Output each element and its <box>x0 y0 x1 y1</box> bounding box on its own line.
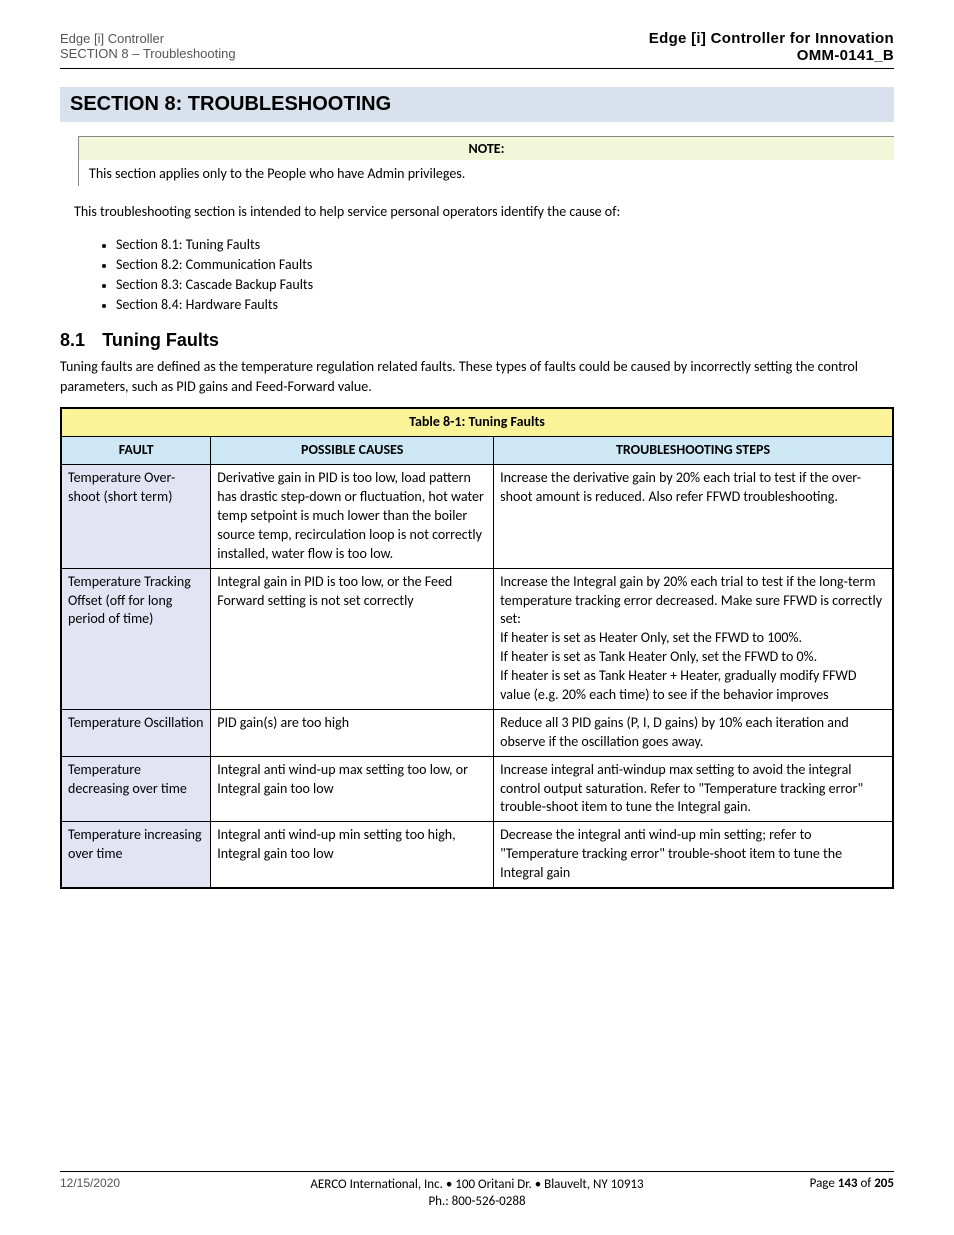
table-header-row: FAULT POSSIBLE CAUSES TROUBLESHOOTING ST… <box>61 437 893 465</box>
cell-steps: Increase integral anti-windup max settin… <box>494 756 893 822</box>
table-row: Temperature Over-shoot (short term) Deri… <box>61 465 893 568</box>
footer-center: AERCO International, Inc. • 100 Oritani … <box>310 1176 643 1211</box>
cell-causes: Integral gain in PID is too low, or the … <box>211 568 494 709</box>
table-row: Temperature decreasing over time Integra… <box>61 756 893 822</box>
footer-page-number: Page 143 of 205 <box>644 1176 894 1191</box>
cell-causes: Integral anti wind-up max setting too lo… <box>211 756 494 822</box>
table-title: Table 8-1: Tuning Faults <box>61 408 893 436</box>
cell-fault: Temperature Oscillation <box>61 709 211 756</box>
note-title: NOTE: <box>79 137 894 160</box>
footer-page-total: 205 <box>874 1176 894 1191</box>
col-header-fault: FAULT <box>61 437 211 465</box>
header-right-line2: OMM-0141_B <box>649 47 894 64</box>
tuning-faults-table: Table 8-1: Tuning Faults FAULT POSSIBLE … <box>60 407 894 889</box>
section-heading: 8.1 Tuning Faults <box>60 330 894 351</box>
footer-page-current: 143 <box>838 1176 858 1191</box>
intro-bullet: Section 8.3: Cascade Backup Faults <box>116 275 894 295</box>
intro-bullet: Section 8.2: Communication Faults <box>116 255 894 275</box>
cell-fault: Temperature Over-shoot (short term) <box>61 465 211 568</box>
cell-causes: Derivative gain in PID is too low, load … <box>211 465 494 568</box>
cell-causes: Integral anti wind-up min setting too hi… <box>211 822 494 888</box>
section-number: 8.1 <box>60 330 85 350</box>
cell-steps: Reduce all 3 PID gains (P, I, D gains) b… <box>494 709 893 756</box>
cell-steps: Decrease the integral anti wind-up min s… <box>494 822 893 888</box>
chapter-heading: SECTION 8: TROUBLESHOOTING <box>60 87 894 122</box>
note-body: This section applies only to the People … <box>79 160 894 186</box>
cell-fault: Temperature decreasing over time <box>61 756 211 822</box>
note-box: NOTE: This section applies only to the P… <box>78 136 894 186</box>
intro-bullet: Section 8.4: Hardware Faults <box>116 295 894 315</box>
col-header-causes: POSSIBLE CAUSES <box>211 437 494 465</box>
table-row: Temperature increasing over time Integra… <box>61 822 893 888</box>
cell-fault: Temperature increasing over time <box>61 822 211 888</box>
header-left-line1: Edge [i] Controller <box>60 31 236 46</box>
header-right-line1: Edge [i] Controller for Innovation <box>649 30 894 47</box>
page-footer: 12/15/2020 AERCO International, Inc. • 1… <box>60 1171 894 1211</box>
cell-causes: PID gain(s) are too high <box>211 709 494 756</box>
header-right: Edge [i] Controller for Innovation OMM-0… <box>649 30 894 64</box>
table-row: Temperature Oscillation PID gain(s) are … <box>61 709 893 756</box>
intro-bullet: Section 8.1: Tuning Faults <box>116 235 894 255</box>
table-row: Temperature Tracking Offset (off for lon… <box>61 568 893 709</box>
page-header: Edge [i] Controller SECTION 8 – Troubles… <box>60 30 894 69</box>
intro-bullet-list: Section 8.1: Tuning Faults Section 8.2: … <box>96 235 894 316</box>
header-left-line2: SECTION 8 – Troubleshooting <box>60 46 236 61</box>
footer-center-line2: Ph.: 800-526-0288 <box>310 1193 643 1211</box>
cell-fault: Temperature Tracking Offset (off for lon… <box>61 568 211 709</box>
cell-steps: Increase the Integral gain by 20% each t… <box>494 568 893 709</box>
footer-date: 12/15/2020 <box>60 1176 310 1190</box>
section-title: Tuning Faults <box>102 330 219 350</box>
section-body: Tuning faults are defined as the tempera… <box>60 357 894 398</box>
cell-steps: Increase the derivative gain by 20% each… <box>494 465 893 568</box>
intro-line: This troubleshooting section is intended… <box>74 202 894 222</box>
header-left: Edge [i] Controller SECTION 8 – Troubles… <box>60 31 236 61</box>
col-header-steps: TROUBLESHOOTING STEPS <box>494 437 893 465</box>
footer-center-line1: AERCO International, Inc. • 100 Oritani … <box>310 1176 643 1194</box>
